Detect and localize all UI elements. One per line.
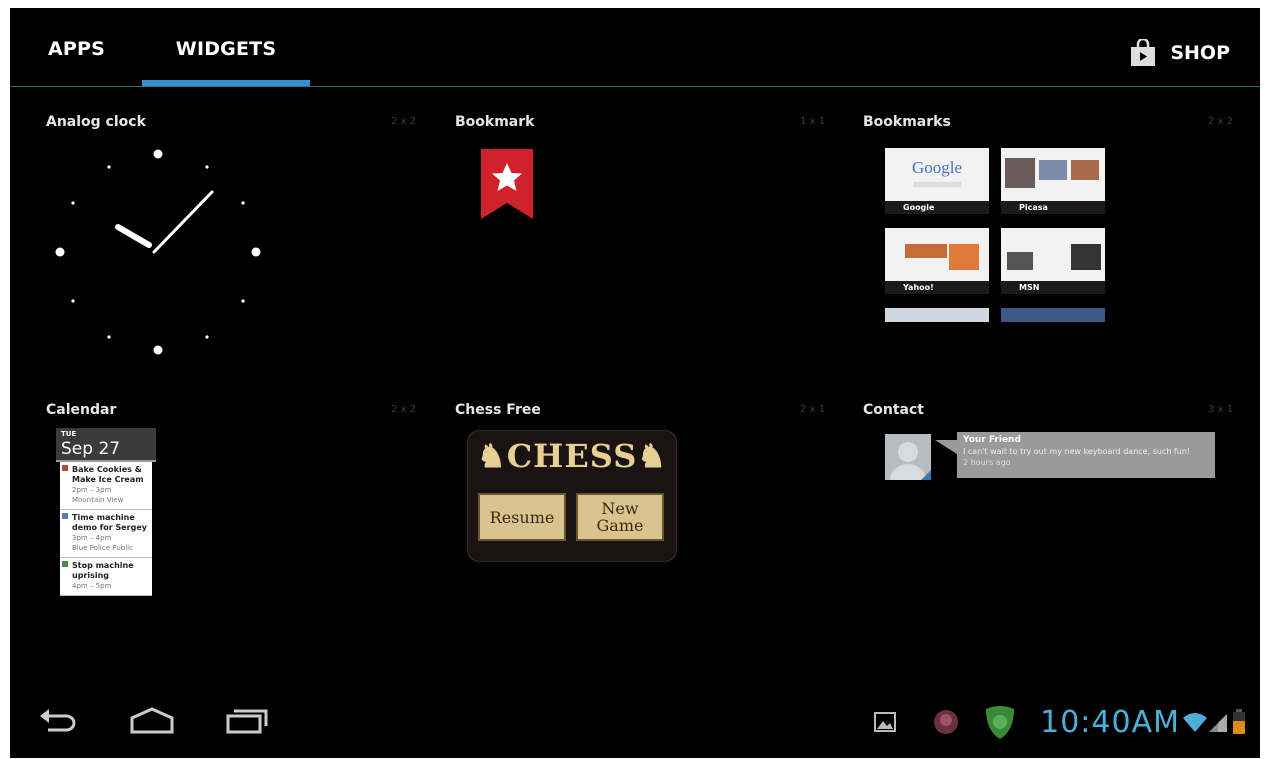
widget-calendar[interactable]: Calendar 2 x 2 TUE Sep 27 Bake Cookies &… <box>46 402 426 682</box>
event-title: Bake Cookies & Make Ice Cream <box>72 465 144 484</box>
shopping-bag-icon <box>1131 39 1156 66</box>
calendar-event: Time machine demo for Sergey 3pm – 4pm B… <box>60 510 152 558</box>
widget-size: 2 x 2 <box>391 116 416 127</box>
android-screen: APPS WIDGETS SHOP Analog clock 2 x 2 Boo… <box>10 8 1260 758</box>
event-color-marker <box>62 513 68 519</box>
contact-time: 2 hours ago <box>963 458 1011 467</box>
new-game-label-2: Game <box>596 516 644 535</box>
bookmark-thumb-picasa: Picasa <box>1001 148 1105 214</box>
widget-title: Contact <box>863 402 924 418</box>
chess-title: ♞CHESS♞ <box>468 437 676 475</box>
resume-button[interactable]: Resume <box>478 493 566 541</box>
shield-icon <box>986 706 1015 739</box>
event-color-marker <box>62 465 68 471</box>
bookmark-thumb-partial <box>885 308 989 322</box>
gallery-notification-icon <box>874 712 897 732</box>
google-logo: Google <box>911 158 963 177</box>
signal-icon <box>1209 714 1227 732</box>
event-place: Mountain View <box>72 496 124 504</box>
tab-selected-indicator <box>142 80 310 86</box>
shop-button[interactable]: SHOP <box>1130 38 1230 68</box>
home-button[interactable] <box>128 704 176 742</box>
recent-apps-icon <box>226 709 268 734</box>
widget-title: Chess Free <box>455 402 541 418</box>
tab-widgets[interactable]: WIDGETS <box>142 38 310 68</box>
contact-message: I can't wait to try out my new keyboard … <box>963 447 1191 456</box>
calendar-event: Stop machine uprising 4pm – 5pm <box>60 558 152 596</box>
knight-icon: ♞ <box>637 437 667 475</box>
status-clock: 10:40AM <box>1040 704 1180 740</box>
bookmark-thumb-yahoo: Yahoo! <box>885 228 989 294</box>
contact-name: Your Friend <box>963 435 1021 445</box>
contact-avatar <box>885 434 931 480</box>
widget-bookmarks[interactable]: Bookmarks 2 x 2 Google Google Picasa Yah… <box>863 114 1243 394</box>
security-app-icon <box>934 710 959 734</box>
event-time: 2pm – 3pm <box>72 486 112 494</box>
person-icon <box>890 442 931 480</box>
tab-apps[interactable]: APPS <box>48 38 105 68</box>
bookmark-label: Google <box>885 201 989 214</box>
calendar-preview: TUE Sep 27 Bake Cookies & Make Ice Cream… <box>56 428 156 596</box>
chess-title-text: CHESS <box>506 437 638 475</box>
widget-title: Bookmarks <box>863 114 951 130</box>
battery-icon <box>1233 709 1245 734</box>
widget-size: 2 x 1 <box>800 404 825 415</box>
calendar-weekday: TUE <box>61 430 77 438</box>
widget-analog-clock[interactable]: Analog clock 2 x 2 <box>46 114 426 394</box>
event-time: 4pm – 5pm <box>72 582 112 590</box>
recent-apps-button[interactable] <box>224 704 272 742</box>
calendar-header: TUE Sep 27 <box>56 428 156 462</box>
analog-clock-icon <box>55 149 261 355</box>
bookmark-label: MSN <box>1001 281 1105 294</box>
event-color-marker <box>62 561 68 567</box>
widget-chess-free[interactable]: Chess Free 2 x 1 ♞CHESS♞ Resume New Game <box>455 402 835 682</box>
widget-size: 1 x 1 <box>800 116 825 127</box>
bookmark-thumb-google: Google Google <box>885 148 989 214</box>
status-area[interactable]: 10:40AM <box>874 702 1246 742</box>
widget-title: Bookmark <box>455 114 535 130</box>
system-bar: 10:40AM <box>10 688 1260 758</box>
new-game-button[interactable]: New Game <box>576 493 664 541</box>
bookmark-label: Yahoo! <box>885 281 989 294</box>
bookmark-thumb-msn: MSN <box>1001 228 1105 294</box>
knight-icon: ♞ <box>477 437 507 475</box>
widget-title: Analog clock <box>46 114 146 130</box>
back-button[interactable] <box>36 704 80 742</box>
bookmark-star-icon <box>481 149 533 219</box>
calendar-date: Sep 27 <box>61 439 121 459</box>
event-place: Blue Police Public <box>72 544 133 552</box>
back-icon <box>40 709 76 732</box>
calendar-event: Bake Cookies & Make Ice Cream 2pm – 3pm … <box>60 462 152 510</box>
widget-contact[interactable]: Contact 3 x 1 Your Friend I can't wait t… <box>863 402 1243 682</box>
chess-widget-preview: ♞CHESS♞ Resume New Game <box>467 430 677 562</box>
bookmark-label: Picasa <box>1001 201 1105 214</box>
shop-label: SHOP <box>1170 42 1230 64</box>
tab-bar: APPS WIDGETS SHOP <box>10 8 1260 87</box>
bookmark-thumb-partial <box>1001 308 1105 322</box>
contact-message-bubble: Your Friend I can't wait to try out my n… <box>935 432 1215 478</box>
wifi-icon <box>1183 713 1207 732</box>
widget-size: 2 x 2 <box>391 404 416 415</box>
widget-size: 3 x 1 <box>1208 404 1233 415</box>
widget-bookmark[interactable]: Bookmark 1 x 1 <box>455 114 835 394</box>
event-title: Stop machine uprising <box>72 561 134 580</box>
calendar-event-list: Bake Cookies & Make Ice Cream 2pm – 3pm … <box>60 462 152 596</box>
event-title: Time machine demo for Sergey <box>72 513 147 532</box>
home-icon <box>130 707 174 734</box>
widget-size: 2 x 2 <box>1208 116 1233 127</box>
widget-title: Calendar <box>46 402 117 418</box>
event-time: 3pm – 4pm <box>72 534 112 542</box>
bookmarks-grid: Google Google Picasa Yahoo! MSN <box>885 148 1109 328</box>
